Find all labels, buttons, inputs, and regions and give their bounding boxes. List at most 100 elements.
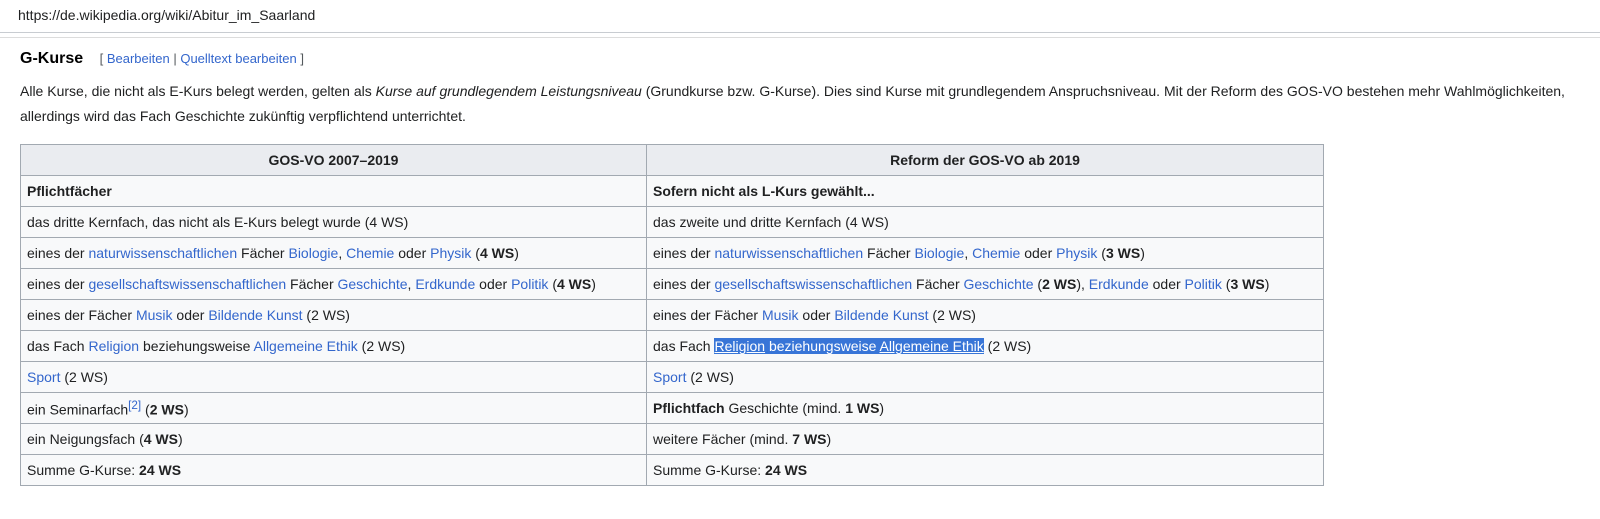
ws-value: 3 WS <box>1230 276 1265 292</box>
link-allgemeine-ethik[interactable]: Allgemeine Ethik <box>254 338 358 354</box>
link-gesellschaftswissenschaftlichen[interactable]: gesellschaftswissenschaftlichen <box>714 276 912 292</box>
text: ) <box>1264 276 1270 292</box>
link-bildende-kunst[interactable]: Bildende Kunst <box>208 307 302 323</box>
text: ( <box>471 245 480 261</box>
link-erdkunde[interactable]: Erdkunde <box>1089 276 1149 292</box>
text: ( <box>1033 276 1043 292</box>
text: oder <box>394 245 431 261</box>
link-biologie[interactable]: Biologie <box>288 245 338 261</box>
link-physik[interactable]: Physik <box>430 245 471 261</box>
text: weitere Fächer (mind. <box>653 431 793 447</box>
link-biologie[interactable]: Biologie <box>914 245 964 261</box>
link-naturwissenschaftlichen[interactable]: naturwissenschaftlichen <box>88 245 237 261</box>
edit-link[interactable]: Bearbeiten <box>107 51 170 66</box>
table-row: eines der gesellschaftswissenschaftliche… <box>20 268 1324 300</box>
cell-neigungsfach-left: ein Neigungsfach (4 WS) <box>20 423 647 455</box>
link-erdkunde[interactable]: Erdkunde <box>415 276 475 292</box>
link-religion[interactable]: Religion <box>88 338 139 354</box>
link-allgemeine-ethik[interactable]: Allgemeine Ethik <box>880 338 984 354</box>
text: , <box>964 245 973 261</box>
ws-value: 2 WS <box>149 401 184 418</box>
link-naturwissenschaftlichen[interactable]: naturwissenschaftlichen <box>714 245 863 261</box>
link-religion[interactable]: Religion <box>714 338 765 354</box>
text: ( <box>141 401 150 418</box>
text: (2 WS) <box>928 307 976 323</box>
table-row: ein Neigungsfach (4 WS) weitere Fächer (… <box>20 423 1324 455</box>
edit-pipe: | <box>169 51 181 66</box>
text: oder <box>1020 245 1057 261</box>
text: ) <box>879 400 885 416</box>
ws-value: 1 WS <box>845 400 880 416</box>
text: oder <box>798 307 835 323</box>
ws-value: 4 WS <box>143 431 178 447</box>
link-gesellschaftswissenschaftlichen[interactable]: gesellschaftswissenschaftlichen <box>88 276 286 292</box>
text: oder <box>475 276 512 292</box>
link-politik[interactable]: Politik <box>1185 276 1222 292</box>
ws-value: 4 WS <box>479 245 515 261</box>
ws-value: 3 WS <box>1105 245 1141 261</box>
ws-value: 2 WS <box>1042 276 1077 292</box>
text: ), <box>1076 276 1089 292</box>
cell-pflichtfach-right: Pflichtfach Geschichte (mind. 1 WS) <box>646 392 1324 424</box>
text-selection: Religion beziehungsweise Allgemeine Ethi… <box>714 338 984 354</box>
cell-sport-right: Sport (2 WS) <box>646 361 1324 393</box>
ws-value: 4 WS <box>557 276 592 292</box>
cell-sport-left: Sport (2 WS) <box>20 361 647 393</box>
link-geschichte[interactable]: Geschichte <box>338 276 408 292</box>
text: beziehungsweise <box>139 338 254 354</box>
url-text[interactable]: https://de.wikipedia.org/wiki/Abitur_im_… <box>18 7 315 23</box>
text: (2 WS) <box>983 338 1032 354</box>
ws-value: 7 WS <box>792 431 827 447</box>
cell-ges-left: eines der gesellschaftswissenschaftliche… <box>20 268 647 300</box>
address-bar[interactable]: https://de.wikipedia.org/wiki/Abitur_im_… <box>0 0 1600 33</box>
text: das Fach <box>27 338 89 354</box>
text: oder <box>1148 276 1185 292</box>
link-sport[interactable]: Sport <box>27 369 60 385</box>
text: eines der Fächer <box>653 307 762 323</box>
text: (2 WS) <box>302 307 350 323</box>
text: Geschichte (mind. <box>724 400 846 416</box>
cell-kernfach-right: das zweite und dritte Kernfach (4 WS) <box>646 206 1324 238</box>
text: ) <box>826 431 832 447</box>
cell-summe-left: Summe G-Kurse: 24 WS <box>20 454 647 486</box>
link-musik[interactable]: Musik <box>136 307 173 323</box>
text: Summe G-Kurse: <box>653 462 766 478</box>
text: Summe G-Kurse: <box>27 462 140 478</box>
text: ) <box>1140 245 1145 261</box>
table-row: eines der Fächer Musik oder Bildende Kun… <box>20 299 1324 331</box>
link-geschichte[interactable]: Geschichte <box>964 276 1034 292</box>
text: ) <box>591 276 596 292</box>
text: oder <box>172 307 209 323</box>
text: eines der <box>653 276 715 292</box>
text: Fächer <box>286 276 338 292</box>
table-header-row: GOS-VO 2007–2019 Reform der GOS-VO ab 20… <box>20 144 1324 176</box>
reference-link[interactable]: [2] <box>128 399 141 412</box>
link-chemie[interactable]: Chemie <box>972 245 1020 261</box>
link-sport[interactable]: Sport <box>653 369 686 385</box>
link-chemie[interactable]: Chemie <box>346 245 394 261</box>
cell-nat-right: eines der naturwissenschaftlichen Fächer… <box>646 237 1324 269</box>
link-musik[interactable]: Musik <box>762 307 799 323</box>
cell-musik-left: eines der Fächer Musik oder Bildende Kun… <box>20 299 647 331</box>
cell-ges-right: eines der gesellschaftswissenschaftliche… <box>646 268 1324 300</box>
ws-value: 24 WS <box>765 462 808 478</box>
text: ) <box>514 245 519 261</box>
text: eines der <box>27 245 89 261</box>
link-bildende-kunst[interactable]: Bildende Kunst <box>834 307 928 323</box>
link-politik[interactable]: Politik <box>511 276 548 292</box>
cell-nat-left: eines der naturwissenschaftlichen Fächer… <box>20 237 647 269</box>
ws-value: 24 WS <box>139 462 182 478</box>
text: ( <box>548 276 557 292</box>
edit-source-link[interactable]: Quelltext bearbeiten <box>180 51 296 66</box>
text: , <box>338 245 347 261</box>
link-physik[interactable]: Physik <box>1056 245 1097 261</box>
cell-religion-right: das Fach Religion beziehungsweise Allgem… <box>646 330 1324 362</box>
pflichtfach-label: Pflichtfach <box>653 400 725 416</box>
text: Fächer <box>863 245 915 261</box>
text: (2 WS) <box>60 369 108 385</box>
intro-italic: Kurse auf grundlegendem Leistungsniveau <box>375 83 642 99</box>
section-title: G-Kurse <box>20 50 84 67</box>
cell-musik-right: eines der Fächer Musik oder Bildende Kun… <box>646 299 1324 331</box>
text: Fächer <box>912 276 964 292</box>
text: Fächer <box>237 245 289 261</box>
